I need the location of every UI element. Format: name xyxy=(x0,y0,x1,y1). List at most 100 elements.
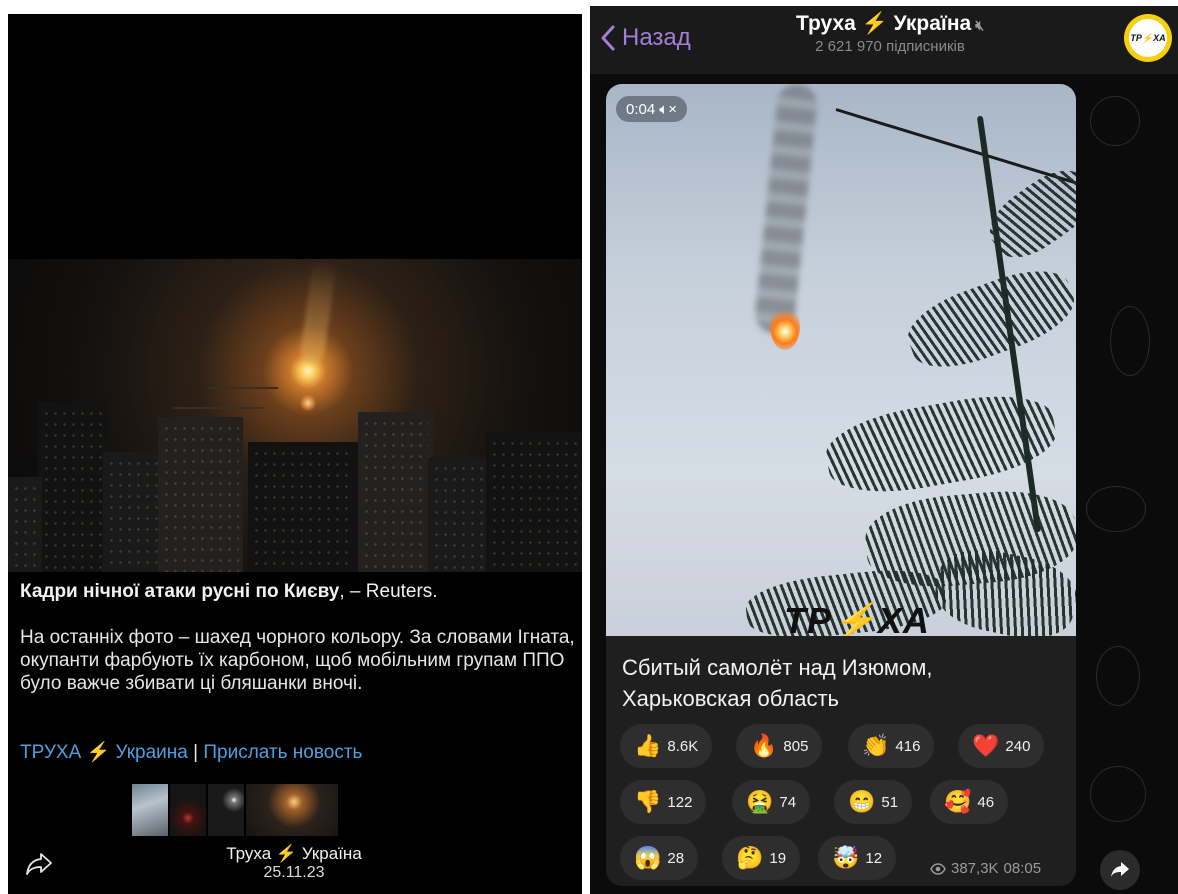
back-button[interactable]: Назад xyxy=(600,24,691,52)
muted-speaker-icon: 🔈︎× xyxy=(659,100,677,118)
background-doodle xyxy=(1090,96,1140,146)
reaction-thumbs-up[interactable]: 👍 8.6K xyxy=(620,724,713,768)
link-separator: | xyxy=(193,742,199,763)
headline-source: , – Reuters. xyxy=(339,581,438,602)
reaction-count: 19 xyxy=(769,849,787,867)
thumbnail[interactable] xyxy=(132,784,168,836)
reaction-count: 28 xyxy=(667,849,685,867)
logo-part-2: ХА xyxy=(877,600,930,636)
message-meta: 387,3K 08:05 xyxy=(930,860,1041,877)
lightning-icon: ⚡ xyxy=(275,844,298,863)
channel-link[interactable]: ТРУХА ⚡ Украина xyxy=(20,742,188,763)
smiling-face-hearts-icon: 🥰 xyxy=(944,789,972,814)
headline-bold: Кадри нічної атаки русні по Києву xyxy=(20,581,340,602)
lightning-icon: ⚡ xyxy=(832,600,878,636)
building xyxy=(486,432,582,572)
reaction-fire[interactable]: 🔥 805 xyxy=(736,724,823,768)
power-line xyxy=(835,108,1076,187)
post-body: На останніх фото – шахед чорного кольору… xyxy=(20,627,575,694)
reaction-smiling-hearts[interactable]: 🥰 46 xyxy=(930,780,1009,824)
reaction-count: 8.6K xyxy=(667,737,699,755)
thumbnail[interactable] xyxy=(208,784,244,836)
reaction-grin[interactable]: 😁 51 xyxy=(834,780,913,824)
reaction-clap[interactable]: 👏 416 xyxy=(848,724,935,768)
pine-branch xyxy=(899,257,1076,381)
thumbnail[interactable] xyxy=(170,784,206,836)
share-button[interactable] xyxy=(1100,850,1140,890)
logo-part-1: ТР xyxy=(784,600,833,636)
left-screenshot: Кадри нічної атаки русні по Києву, – Reu… xyxy=(8,14,582,894)
reaction-count: 805 xyxy=(783,737,809,755)
reaction-count: 416 xyxy=(895,737,921,755)
reaction-scream[interactable]: 😱 28 xyxy=(620,836,699,880)
background-doodle xyxy=(1096,646,1140,706)
channel-title: Труха ⚡ Україна 🔇︎ xyxy=(740,12,1040,36)
reaction-vomit[interactable]: 🤮 74 xyxy=(732,780,811,824)
avatar-logo: ТР⚡ХА xyxy=(1129,19,1167,57)
reaction-count: 51 xyxy=(881,793,899,811)
reaction-count: 74 xyxy=(779,793,797,811)
lightning-icon: ⚡ xyxy=(861,12,888,35)
reaction-thumbs-down[interactable]: 👎 122 xyxy=(620,780,707,824)
grinning-face-icon: 😁 xyxy=(848,789,876,814)
background-doodle xyxy=(1110,306,1150,376)
eye-icon xyxy=(930,862,946,875)
clapping-hands-icon: 👏 xyxy=(862,733,890,758)
fire-icon: 🔥 xyxy=(750,733,778,758)
pine-branch xyxy=(820,384,1062,504)
crane xyxy=(173,407,263,409)
vomiting-face-icon: 🤮 xyxy=(746,789,774,814)
reaction-count: 122 xyxy=(667,793,693,811)
view-count: 387,3K xyxy=(951,860,999,877)
building xyxy=(248,442,358,572)
message-bubble: 0:04 🔈︎× ТР⚡ХА Сбитый самолёт над Изюмом… xyxy=(606,84,1076,886)
submit-news-link[interactable]: Прислать новость xyxy=(203,742,362,763)
post-headline: Кадри нічної атаки русні по Києву, – Reu… xyxy=(20,580,576,603)
reaction-mind-blown[interactable]: 🤯 12 xyxy=(818,836,897,880)
footer-date: 25.11.23 xyxy=(263,864,325,881)
channel-title-text: Труха xyxy=(795,12,856,35)
thinking-face-icon: 🤔 xyxy=(736,845,764,870)
footer-channel: Труха ⚡ Україна xyxy=(194,844,394,864)
exploding-head-icon: 🤯 xyxy=(832,845,860,870)
muted-speaker-icon: 🔇︎ xyxy=(975,17,985,33)
thumbs-up-icon: 👍 xyxy=(634,733,662,758)
watermark-logo: ТР⚡ХА xyxy=(784,600,930,636)
smoke-trail xyxy=(753,84,819,336)
video-timer[interactable]: 0:04 🔈︎× xyxy=(616,96,687,122)
right-screenshot: Назад Труха ⚡ Україна 🔇︎ 2 621 970 підпис… xyxy=(590,6,1178,894)
burning-aircraft xyxy=(770,304,800,350)
reaction-thinking[interactable]: 🤔 19 xyxy=(722,836,801,880)
channel-title-block[interactable]: Труха ⚡ Україна 🔇︎ 2 621 970 підписників xyxy=(740,12,1040,55)
photo-thumbnails xyxy=(132,784,338,836)
building xyxy=(358,412,433,572)
channel-avatar[interactable]: ТР⚡ХА xyxy=(1124,14,1172,62)
reaction-heart[interactable]: ❤️ 240 xyxy=(958,724,1045,768)
post-links: ТРУХА ⚡ Украина | Прислать новость xyxy=(20,740,362,764)
chevron-left-icon xyxy=(601,25,615,51)
video-player[interactable]: 0:04 🔈︎× ТР⚡ХА xyxy=(606,84,1076,636)
reaction-count: 46 xyxy=(977,793,995,811)
share-icon[interactable] xyxy=(24,850,54,878)
building xyxy=(428,457,488,572)
building xyxy=(103,452,163,572)
thumbnail[interactable] xyxy=(246,784,338,836)
building xyxy=(158,417,243,572)
building xyxy=(38,402,108,572)
thumbs-down-icon: 👎 xyxy=(634,789,662,814)
screaming-face-icon: 😱 xyxy=(634,845,662,870)
background-doodle xyxy=(1086,486,1146,532)
smoke-trail xyxy=(298,259,338,366)
message-time: 08:05 xyxy=(1003,860,1042,877)
lightning-icon: ⚡ xyxy=(86,742,111,763)
reaction-count: 240 xyxy=(1005,737,1031,755)
subscriber-count: 2 621 970 підписників xyxy=(815,38,965,55)
reaction-count: 12 xyxy=(865,849,883,867)
channel-link-text: ТРУХА xyxy=(20,742,82,763)
building xyxy=(8,477,42,572)
post-footer: Труха ⚡ Україна 25.11.23 xyxy=(194,844,394,882)
night-attack-photo[interactable] xyxy=(8,259,582,572)
explosion-flare xyxy=(300,394,316,412)
channel-header: Назад Труха ⚡ Україна 🔇︎ 2 621 970 підпис… xyxy=(590,6,1178,74)
share-arrow-icon xyxy=(1111,862,1129,877)
